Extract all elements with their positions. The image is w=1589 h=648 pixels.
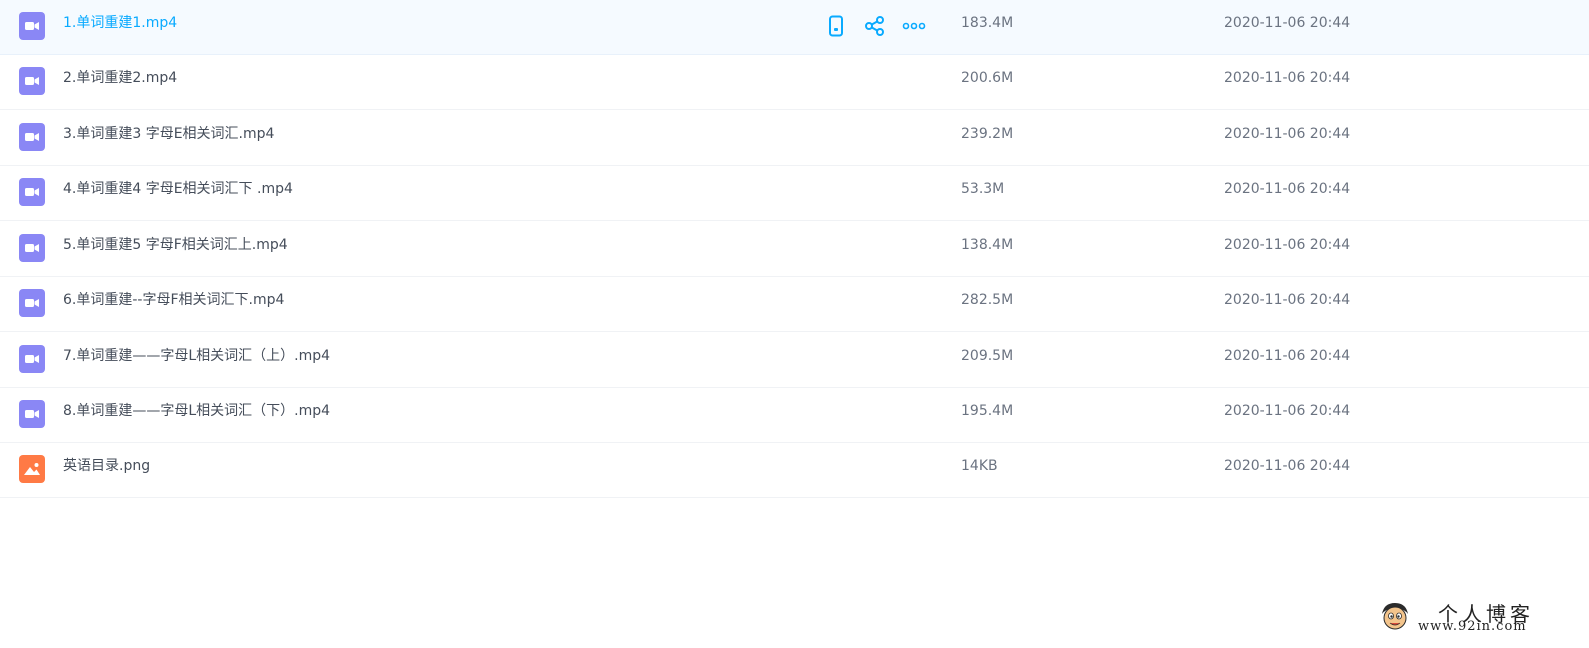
video-file-icon xyxy=(19,178,45,206)
file-date: 2020-11-06 20:44 xyxy=(1224,348,1351,364)
more-icon[interactable] xyxy=(902,14,926,38)
file-row[interactable]: 8.单词重建——字母L相关词汇（下）.mp4 195.4M 2020-11-06… xyxy=(0,388,1589,443)
watermark-url: www.92in.com xyxy=(1418,619,1527,634)
file-name[interactable]: 4.单词重建4 字母E相关词汇下 .mp4 xyxy=(63,166,293,220)
file-date: 2020-11-06 20:44 xyxy=(1224,126,1351,142)
file-date: 2020-11-06 20:44 xyxy=(1224,15,1351,31)
video-file-icon xyxy=(19,289,45,317)
file-date: 2020-11-06 20:44 xyxy=(1224,403,1351,419)
file-row[interactable]: 1.单词重建1.mp4 183.4M 2020-11-06 20:44 xyxy=(0,0,1589,55)
file-size: 138.4M xyxy=(961,237,1014,253)
file-row[interactable]: 7.单词重建——字母L相关词汇（上）.mp4 209.5M 2020-11-06… xyxy=(0,333,1589,388)
file-size: 200.6M xyxy=(961,70,1014,86)
file-size: 53.3M xyxy=(961,181,1005,197)
video-file-icon xyxy=(19,67,45,95)
file-date: 2020-11-06 20:44 xyxy=(1224,237,1351,253)
file-size: 14KB xyxy=(961,458,998,474)
image-file-icon xyxy=(19,455,45,483)
file-date: 2020-11-06 20:44 xyxy=(1224,458,1351,474)
file-size: 209.5M xyxy=(961,348,1014,364)
file-size: 282.5M xyxy=(961,292,1014,308)
phone-icon[interactable] xyxy=(824,14,848,38)
watermark: 个人博客 www.92in.com xyxy=(1378,598,1578,640)
video-file-icon xyxy=(19,345,45,373)
file-row[interactable]: 英语目录.png 14KB 2020-11-06 20:44 xyxy=(0,443,1589,498)
share-icon[interactable] xyxy=(863,14,887,38)
file-size: 239.2M xyxy=(961,126,1014,142)
file-name[interactable]: 6.单词重建--字母F相关词汇下.mp4 xyxy=(63,277,284,331)
file-row[interactable]: 6.单词重建--字母F相关词汇下.mp4 282.5M 2020-11-06 2… xyxy=(0,277,1589,332)
file-date: 2020-11-06 20:44 xyxy=(1224,181,1351,197)
file-size: 183.4M xyxy=(961,15,1014,31)
file-name[interactable]: 7.单词重建——字母L相关词汇（上）.mp4 xyxy=(63,333,330,387)
cartoon-face-icon xyxy=(1378,600,1412,634)
video-file-icon xyxy=(19,234,45,262)
file-name[interactable]: 1.单词重建1.mp4 xyxy=(63,0,177,54)
video-file-icon xyxy=(19,123,45,151)
file-date: 2020-11-06 20:44 xyxy=(1224,70,1351,86)
file-size: 195.4M xyxy=(961,403,1014,419)
file-row[interactable]: 3.单词重建3 字母E相关词汇.mp4 239.2M 2020-11-06 20… xyxy=(0,111,1589,166)
file-name[interactable]: 3.单词重建3 字母E相关词汇.mp4 xyxy=(63,111,274,165)
file-date: 2020-11-06 20:44 xyxy=(1224,292,1351,308)
file-name[interactable]: 2.单词重建2.mp4 xyxy=(63,55,177,109)
file-name[interactable]: 8.单词重建——字母L相关词汇（下）.mp4 xyxy=(63,388,330,442)
video-file-icon xyxy=(19,12,45,40)
file-name[interactable]: 5.单词重建5 字母F相关词汇上.mp4 xyxy=(63,222,288,276)
video-file-icon xyxy=(19,400,45,428)
file-row[interactable]: 4.单词重建4 字母E相关词汇下 .mp4 53.3M 2020-11-06 2… xyxy=(0,166,1589,221)
file-row[interactable]: 5.单词重建5 字母F相关词汇上.mp4 138.4M 2020-11-06 2… xyxy=(0,222,1589,277)
file-row[interactable]: 2.单词重建2.mp4 200.6M 2020-11-06 20:44 xyxy=(0,55,1589,110)
file-name[interactable]: 英语目录.png xyxy=(63,443,150,497)
